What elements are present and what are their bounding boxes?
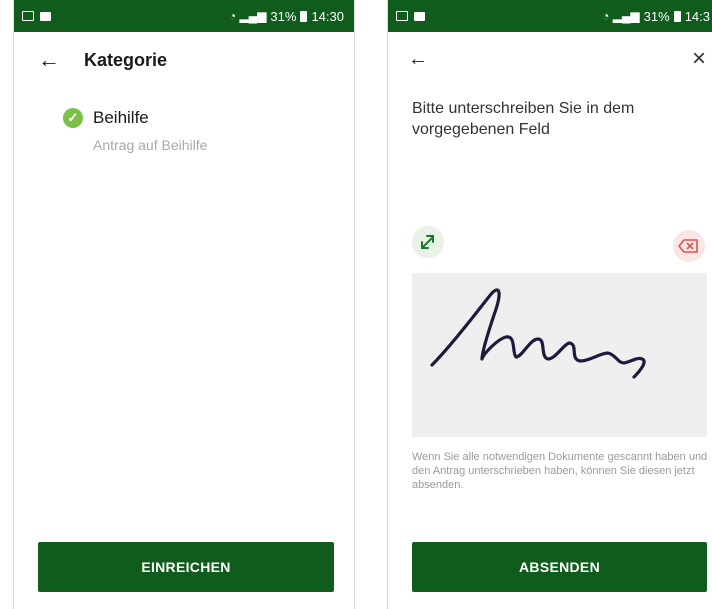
phone-screen-signature: ◔ ▂▄▆ 31% 14:3 ← × Bitte unterschreiben …: [387, 0, 712, 609]
close-icon[interactable]: ×: [692, 47, 706, 71]
clear-signature-button[interactable]: [673, 230, 705, 262]
battery-percent: 31%: [270, 8, 297, 24]
send-button[interactable]: ABSENDEN: [412, 542, 707, 592]
signature-drawing: [430, 288, 646, 379]
expand-button[interactable]: [412, 226, 444, 258]
status-notifications: [396, 0, 425, 32]
submit-hint-text: Wenn Sie alle notwendigen Dokumente gesc…: [412, 451, 708, 491]
expand-icon: [421, 235, 434, 249]
message-notification-icon: [40, 11, 51, 21]
gallery-notification-icon: [22, 11, 34, 21]
signature-instruction: Bitte unterschreiben Sie in dem vorgegeb…: [412, 100, 635, 138]
page-title: Kategorie: [84, 50, 168, 70]
status-indicators: ◔ ▂▄▆ 31% 14:30: [229, 0, 344, 32]
category-item-label: Beihilfe: [93, 108, 149, 127]
status-time: 14:3: [684, 8, 710, 24]
check-circle-icon: ✓: [63, 108, 83, 128]
status-notifications: [22, 0, 51, 32]
status-indicators: ◔ ▂▄▆ 31% 14:3: [602, 0, 710, 32]
battery-icon: [300, 10, 308, 22]
status-bar: ◔ ▂▄▆ 31% 14:3: [388, 0, 712, 32]
status-bar: ◔ ▂▄▆ 31% 14:30: [14, 0, 354, 32]
backspace-clear-icon: [678, 239, 698, 253]
message-notification-icon: [414, 11, 425, 21]
back-arrow-icon[interactable]: ←: [38, 49, 60, 71]
phone-screen-category: ◔ ▂▄▆ 31% 14:30 ← Kategorie ✓ Beihilfe A…: [13, 0, 355, 609]
wifi-signal-icon: ◔ ▂▄▆: [228, 9, 267, 23]
category-item-sublabel: Antrag auf Beihilfe: [93, 137, 208, 153]
status-time: 14:30: [311, 8, 344, 24]
battery-icon: [673, 10, 681, 22]
battery-percent: 31%: [643, 8, 670, 24]
gallery-notification-icon: [396, 11, 408, 21]
wifi-signal-icon: ◔ ▂▄▆: [602, 9, 640, 23]
signature-pad[interactable]: [412, 273, 707, 437]
back-arrow-icon[interactable]: ←: [408, 48, 428, 70]
submit-button[interactable]: EINREICHEN: [38, 542, 334, 592]
